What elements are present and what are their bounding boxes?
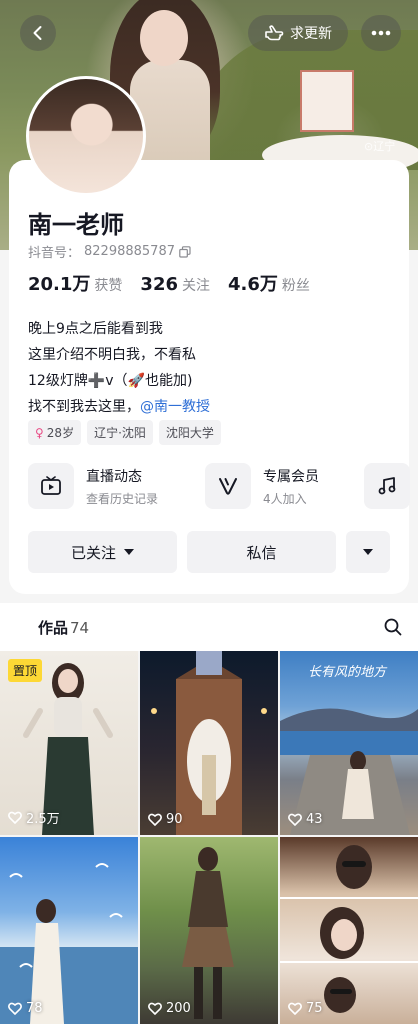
heart-icon bbox=[148, 1002, 162, 1015]
feature-music[interactable] bbox=[364, 463, 410, 509]
message-label: 私信 bbox=[246, 543, 277, 562]
stat-likes-label: 获赞 bbox=[94, 278, 123, 294]
video-likes-count: 90 bbox=[166, 812, 183, 827]
more-actions-button[interactable] bbox=[346, 531, 390, 573]
profile-name: 南一老师 bbox=[28, 211, 124, 239]
tab-works-count: 74 bbox=[70, 619, 90, 637]
profile-stats: 20.1万 获赞 326 关注 4.6万 粉丝 bbox=[28, 270, 310, 296]
douyin-id-label: 抖音号： bbox=[28, 246, 81, 261]
request-update-label: 求更新 bbox=[290, 26, 332, 42]
bio-line: 这里介绍不明白我，不看私 bbox=[28, 347, 196, 363]
more-dots-icon bbox=[371, 30, 391, 36]
video-thumbnail[interactable]: 长有风的地方 43 bbox=[280, 651, 418, 835]
heart-icon bbox=[8, 1002, 22, 1015]
tag-school-label: 沈阳大学 bbox=[165, 426, 214, 440]
followed-button[interactable]: 已关注 bbox=[28, 531, 177, 573]
music-note-icon bbox=[364, 463, 410, 509]
heart-icon bbox=[8, 811, 22, 824]
hand-point-icon bbox=[265, 25, 284, 41]
tag-age: ♀ 28岁 bbox=[28, 420, 82, 445]
chevron-left-icon bbox=[33, 26, 42, 40]
tab-works-label: 作品 bbox=[38, 619, 69, 637]
profile-bio: 晚上9点之后能看到我 这里介绍不明白我，不看私 12级灯牌➕v（🚀也能加) 找不… bbox=[28, 316, 210, 420]
search-icon[interactable] bbox=[384, 618, 402, 640]
followed-label: 已关注 bbox=[70, 543, 116, 562]
bio-line: 12级灯牌➕v（🚀也能加) bbox=[28, 373, 193, 389]
tag-age-label: 28岁 bbox=[46, 426, 75, 440]
bio-text: 找不到我去这里， bbox=[28, 399, 140, 415]
request-update-button[interactable]: 求更新 bbox=[248, 15, 348, 51]
video-likes: 200 bbox=[148, 1001, 191, 1016]
video-likes: 75 bbox=[288, 1001, 323, 1016]
feature-live-updates[interactable]: 直播动态 查看历史记录 bbox=[28, 463, 158, 509]
copy-icon[interactable] bbox=[179, 245, 191, 258]
cover-person-face bbox=[140, 10, 188, 66]
tag-school[interactable]: 沈阳大学 bbox=[158, 420, 221, 445]
caret-down-icon bbox=[363, 548, 373, 555]
female-icon: ♀ bbox=[35, 425, 44, 440]
video-thumbnail-art bbox=[182, 847, 234, 1019]
video-likes: 90 bbox=[148, 812, 183, 827]
works-tab-bar: 作品 74 bbox=[0, 603, 418, 651]
cover-watermark: ⊙辽宁 bbox=[364, 140, 396, 153]
video-thumbnail[interactable]: 90 bbox=[140, 651, 278, 835]
profile-tags: ♀ 28岁 辽宁·沈阳 沈阳大学 bbox=[28, 420, 221, 445]
caret-down-icon bbox=[124, 548, 134, 555]
bio-mention-link[interactable]: @南一教授 bbox=[140, 399, 210, 415]
heart-icon bbox=[288, 813, 302, 826]
video-grid: 置顶 2.5万 90 长有风的地方 43 78 200 75 bbox=[0, 651, 418, 1024]
video-thumbnail-art bbox=[151, 651, 267, 835]
heart-icon bbox=[288, 1002, 302, 1015]
stat-likes: 20.1万 获赞 bbox=[28, 270, 122, 296]
v-badge-icon bbox=[205, 463, 251, 509]
stat-following-label: 关注 bbox=[182, 278, 210, 294]
message-button[interactable]: 私信 bbox=[187, 531, 336, 573]
stat-followers-number: 4.6万 bbox=[228, 274, 278, 295]
video-likes: 2.5万 bbox=[8, 808, 60, 827]
feature-live-subtitle: 查看历史记录 bbox=[86, 491, 159, 506]
video-likes-count: 75 bbox=[306, 1001, 323, 1016]
video-caption: 长有风的地方 bbox=[308, 665, 387, 680]
video-likes-count: 2.5万 bbox=[26, 812, 60, 827]
video-likes: 43 bbox=[288, 812, 323, 827]
douyin-id-value: 82298885787 bbox=[84, 244, 175, 259]
feature-live-title: 直播动态 bbox=[86, 468, 142, 485]
stat-followers[interactable]: 4.6万 粉丝 bbox=[228, 270, 310, 296]
tag-location-label: 辽宁·沈阳 bbox=[94, 426, 146, 440]
tag-location: 辽宁·沈阳 bbox=[87, 420, 153, 445]
douyin-id[interactable]: 抖音号： 82298885787 bbox=[28, 242, 191, 261]
video-thumbnail-art bbox=[280, 845, 418, 1013]
feature-member-title: 专属会员 bbox=[263, 468, 319, 485]
feature-member-text: 专属会员 4人加入 bbox=[263, 466, 319, 507]
stat-followers-label: 粉丝 bbox=[281, 278, 310, 294]
feature-member-subtitle: 4人加入 bbox=[263, 491, 307, 506]
video-likes-count: 43 bbox=[306, 812, 323, 827]
stat-likes-number: 20.1万 bbox=[28, 274, 91, 295]
tv-icon bbox=[28, 463, 74, 509]
video-thumbnail[interactable]: 75 bbox=[280, 837, 418, 1024]
video-thumbnail[interactable]: 78 bbox=[0, 837, 138, 1024]
bio-line: 找不到我去这里，@南一教授 bbox=[28, 394, 210, 420]
stat-following-number: 326 bbox=[140, 274, 178, 295]
bio-line: 晚上9点之后能看到我 bbox=[28, 321, 163, 337]
feature-exclusive-member[interactable]: 专属会员 4人加入 bbox=[205, 463, 319, 509]
video-likes-count: 200 bbox=[166, 1001, 191, 1016]
cover-menu-card bbox=[300, 70, 354, 132]
video-thumbnail[interactable]: 置顶 2.5万 bbox=[0, 651, 138, 835]
stat-following[interactable]: 326 关注 bbox=[140, 274, 210, 295]
tab-works[interactable]: 作品 74 bbox=[38, 617, 89, 638]
video-likes: 78 bbox=[8, 1001, 43, 1016]
video-thumbnail[interactable]: 200 bbox=[140, 837, 278, 1024]
video-thumbnail-art bbox=[0, 863, 138, 1024]
more-button[interactable] bbox=[361, 15, 401, 51]
video-likes-count: 78 bbox=[26, 1001, 43, 1016]
pinned-badge: 置顶 bbox=[8, 659, 43, 682]
back-button[interactable] bbox=[20, 15, 56, 51]
feature-live-text: 直播动态 查看历史记录 bbox=[86, 466, 158, 507]
heart-icon bbox=[148, 813, 162, 826]
avatar[interactable] bbox=[26, 76, 146, 196]
